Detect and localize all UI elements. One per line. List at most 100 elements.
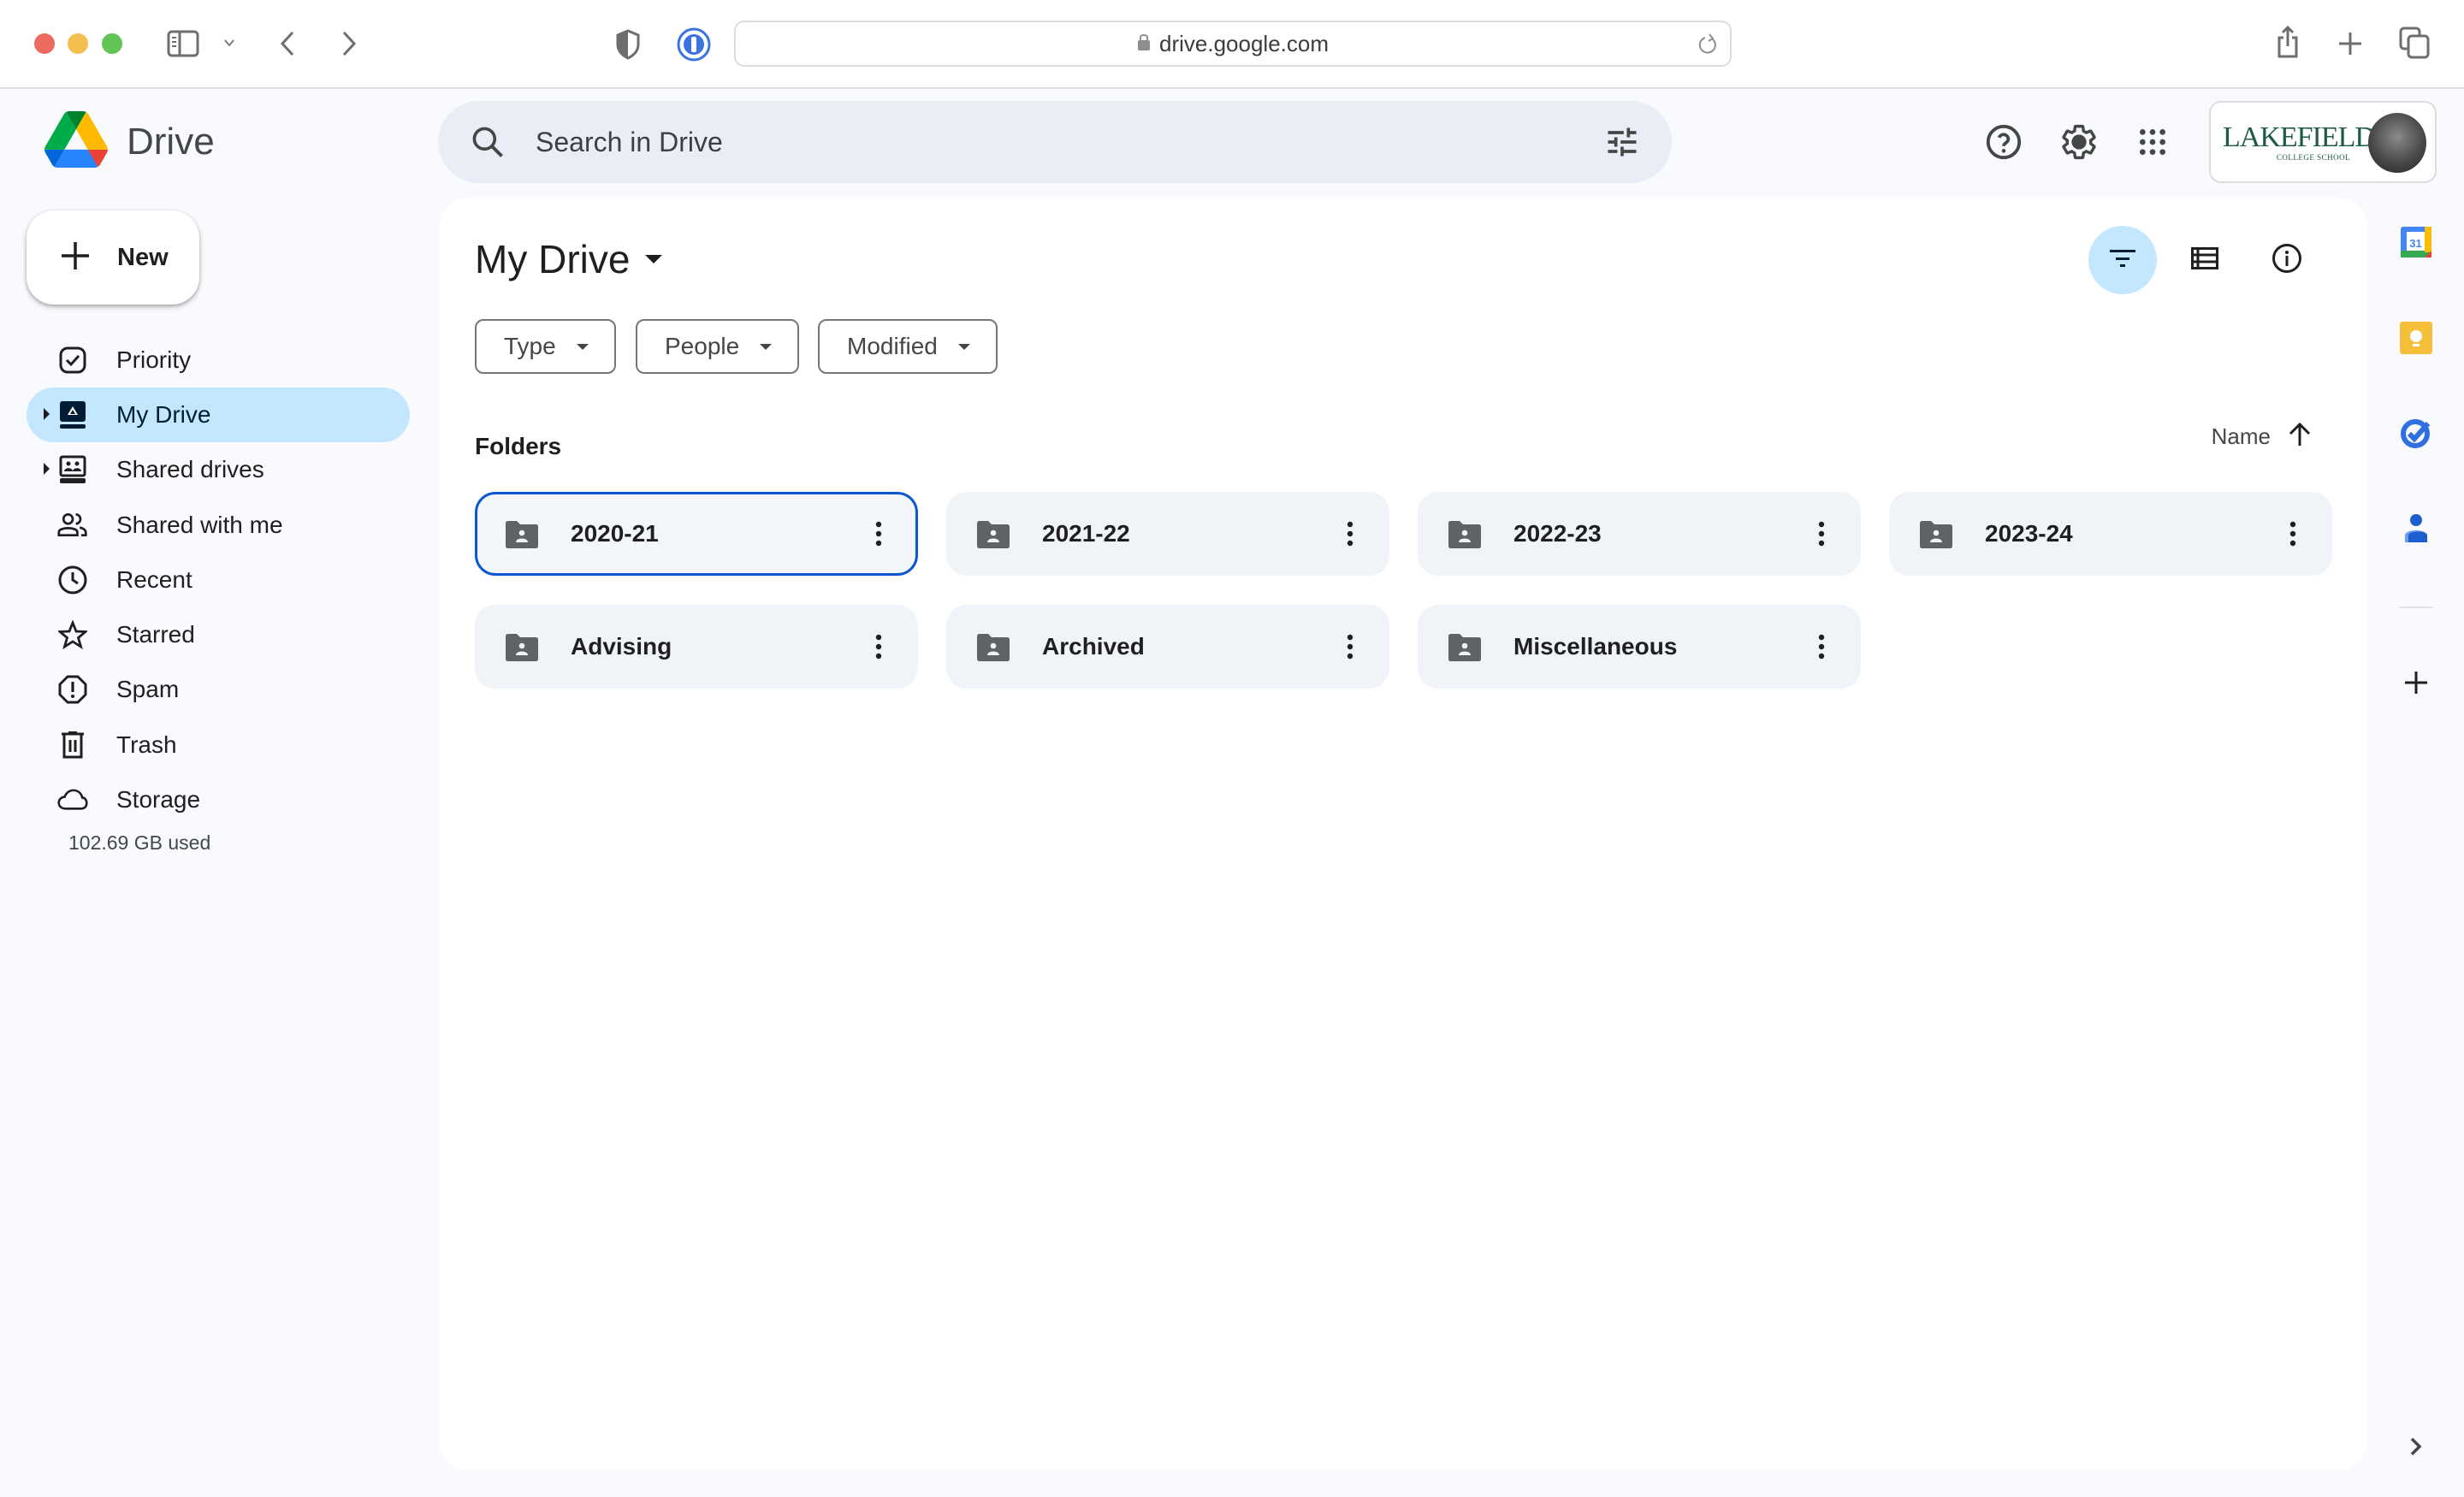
new-tab-icon[interactable] — [2334, 27, 2366, 60]
calendar-icon: 31 — [2400, 226, 2432, 263]
zoom-window-button[interactable] — [102, 33, 122, 54]
app-name: Drive — [127, 120, 215, 163]
close-window-button[interactable] — [34, 33, 55, 54]
folder-name: Miscellaneous — [1513, 633, 1678, 660]
tab-overview-icon[interactable] — [2397, 26, 2431, 60]
modified-filter-chip[interactable]: Modified — [818, 319, 998, 374]
sidebar-item-shared-with-me[interactable]: Shared with me — [27, 498, 410, 553]
page-title: My Drive — [475, 237, 631, 281]
calendar-day: 31 — [2409, 237, 2421, 250]
priority-check-icon — [57, 345, 88, 376]
search-bar — [438, 101, 1672, 183]
get-addons-button[interactable] — [2399, 667, 2433, 701]
people-filter-chip[interactable]: People — [636, 319, 800, 374]
hide-side-panel-button[interactable] — [2399, 1431, 2433, 1465]
reload-icon[interactable] — [1697, 31, 1718, 61]
caret-down-icon — [576, 343, 589, 350]
lock-icon — [1137, 33, 1151, 56]
sidebar-item-storage[interactable]: Storage — [27, 772, 410, 827]
more-options-icon[interactable] — [860, 628, 897, 666]
account-switcher[interactable]: LAKEFIELD COLLEGE SCHOOL — [2209, 101, 2437, 183]
shared-folder-icon — [1447, 633, 1483, 666]
shared-folder-icon — [975, 520, 1011, 553]
drive-logo[interactable]: Drive — [44, 111, 215, 172]
sidebar-item-label: Storage — [116, 786, 201, 813]
sidebar-item-starred[interactable]: Starred — [27, 607, 410, 662]
folder-card[interactable]: 2020-21 — [475, 492, 918, 576]
address-bar[interactable]: drive.google.com — [734, 21, 1732, 67]
shared-folder-icon — [975, 633, 1011, 666]
sort-control[interactable]: Name — [2212, 422, 2312, 452]
chevron-down-icon[interactable] — [221, 34, 238, 51]
folder-name: Advising — [571, 633, 672, 660]
sort-label: Name — [2211, 423, 2271, 449]
folder-name: Archived — [1042, 633, 1145, 660]
new-button[interactable]: New — [27, 210, 199, 305]
forward-icon[interactable] — [334, 27, 364, 60]
sidebar-item-my-drive[interactable]: My Drive — [27, 388, 410, 442]
arrow-up-icon[interactable] — [2288, 422, 2312, 452]
folder-card[interactable]: Archived — [946, 605, 1389, 689]
sidebar-item-label: Starred — [116, 621, 195, 648]
plus-icon — [2404, 671, 2428, 699]
page-title-dropdown[interactable]: My Drive — [475, 236, 663, 282]
search-icon[interactable] — [469, 123, 506, 165]
filter-view-button[interactable] — [2088, 226, 2157, 294]
password-manager-icon[interactable] — [676, 27, 712, 62]
folder-card[interactable]: Miscellaneous — [1418, 605, 1861, 689]
help-icon[interactable] — [1978, 116, 2029, 168]
folder-card[interactable]: Advising — [475, 605, 918, 689]
type-filter-chip[interactable]: Type — [475, 319, 616, 374]
sidebar-item-label: My Drive — [116, 401, 211, 428]
storage-usage-text: 102.69 GB used — [68, 831, 211, 854]
search-input[interactable] — [536, 118, 1477, 166]
chip-label: Modified — [847, 333, 938, 359]
my-drive-icon — [57, 399, 88, 430]
expand-caret-icon[interactable] — [44, 463, 50, 475]
info-icon — [2272, 243, 2302, 278]
sidebar-toggle-icon[interactable] — [166, 29, 200, 58]
sidebar-item-label: Recent — [116, 566, 192, 593]
shield-icon[interactable] — [613, 28, 643, 61]
list-view-button[interactable] — [2171, 226, 2239, 294]
section-heading: Folders — [475, 433, 562, 459]
contacts-app-button[interactable] — [2399, 513, 2433, 547]
caret-down-icon — [760, 343, 773, 350]
tasks-app-button[interactable] — [2399, 417, 2433, 452]
minimize-window-button[interactable] — [68, 33, 88, 54]
folder-name: 2023-24 — [1985, 520, 2073, 547]
share-icon[interactable] — [2272, 24, 2303, 62]
search-options-icon[interactable] — [1603, 123, 1641, 165]
star-icon — [57, 619, 88, 650]
more-options-icon[interactable] — [1803, 628, 1840, 666]
avatar[interactable] — [2368, 113, 2426, 173]
folder-card[interactable]: 2021-22 — [946, 492, 1389, 576]
more-options-icon[interactable] — [1331, 628, 1369, 666]
folder-name: 2021-22 — [1042, 520, 1130, 547]
folder-name: 2022-23 — [1513, 520, 1602, 547]
calendar-app-button[interactable]: 31 — [2399, 226, 2433, 263]
sidebar-item-label: Spam — [116, 676, 180, 702]
sidebar-item-shared-drives[interactable]: Shared drives — [27, 442, 410, 497]
sidebar-item-trash[interactable]: Trash — [27, 718, 410, 772]
more-options-icon[interactable] — [860, 515, 897, 553]
expand-caret-icon[interactable] — [44, 408, 50, 420]
shared-folder-icon — [1918, 520, 1954, 553]
more-options-icon[interactable] — [2274, 515, 2312, 553]
folder-card[interactable]: 2022-23 — [1418, 492, 1861, 576]
chevron-right-icon — [2410, 1437, 2422, 1460]
sidebar-item-spam[interactable]: Spam — [27, 662, 410, 717]
more-options-icon[interactable] — [1803, 515, 1840, 553]
folder-card[interactable]: 2023-24 — [1889, 492, 2332, 576]
back-icon[interactable] — [272, 27, 303, 60]
sidebar-item-label: Trash — [116, 731, 177, 758]
new-button-label: New — [117, 243, 169, 271]
apps-grid-icon[interactable] — [2127, 116, 2178, 168]
settings-icon[interactable] — [2053, 116, 2105, 168]
more-options-icon[interactable] — [1331, 515, 1369, 553]
details-button[interactable] — [2253, 226, 2321, 294]
chip-label: Type — [504, 333, 556, 359]
keep-app-button[interactable] — [2399, 321, 2433, 357]
sidebar-item-priority[interactable]: Priority — [27, 333, 410, 388]
sidebar-item-recent[interactable]: Recent — [27, 553, 410, 607]
